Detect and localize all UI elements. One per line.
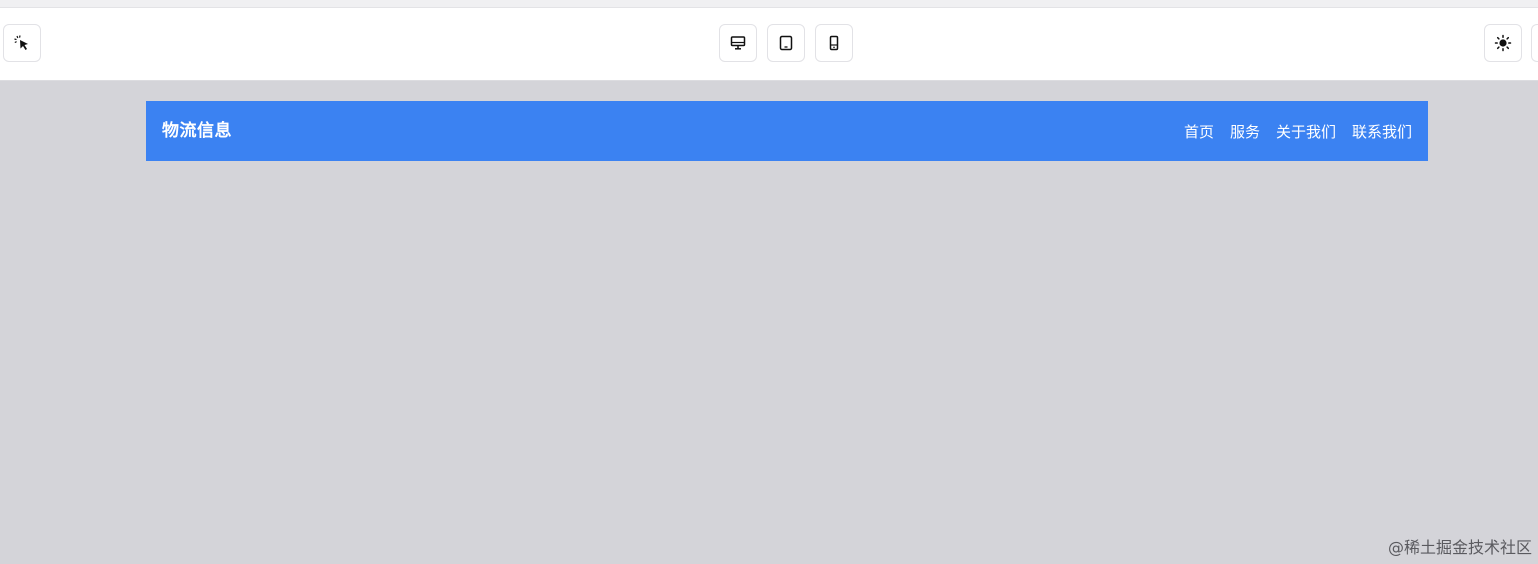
- sun-icon: [1494, 34, 1512, 52]
- toolbar-overflow-button[interactable]: [1531, 24, 1538, 62]
- watermark: @稀土掘金技术社区: [1387, 538, 1532, 557]
- mobile-view-button[interactable]: [815, 24, 853, 62]
- phone-icon: [829, 35, 839, 51]
- preview-toolbar: [0, 8, 1538, 81]
- site-navbar: 物流信息 首页 服务 关于我们 联系我们: [146, 101, 1428, 161]
- nav-link-contact[interactable]: 联系我们: [1352, 121, 1412, 142]
- inspect-button[interactable]: [3, 24, 41, 62]
- nav-link-about[interactable]: 关于我们: [1276, 121, 1336, 142]
- preview-canvas: 物流信息 首页 服务 关于我们 联系我们: [0, 81, 1538, 564]
- nav-link-services[interactable]: 服务: [1230, 121, 1260, 142]
- monitor-icon: [730, 36, 746, 50]
- site-brand[interactable]: 物流信息: [162, 101, 232, 161]
- tablet-view-button[interactable]: [767, 24, 805, 62]
- tablet-icon: [779, 35, 793, 51]
- nav-links: 首页 服务 关于我们 联系我们: [1184, 101, 1412, 161]
- nav-link-home[interactable]: 首页: [1184, 121, 1214, 142]
- window-top-strip: [0, 0, 1538, 8]
- pointer-select-icon: [14, 35, 28, 50]
- desktop-view-button[interactable]: [719, 24, 757, 62]
- theme-toggle-button[interactable]: [1484, 24, 1522, 62]
